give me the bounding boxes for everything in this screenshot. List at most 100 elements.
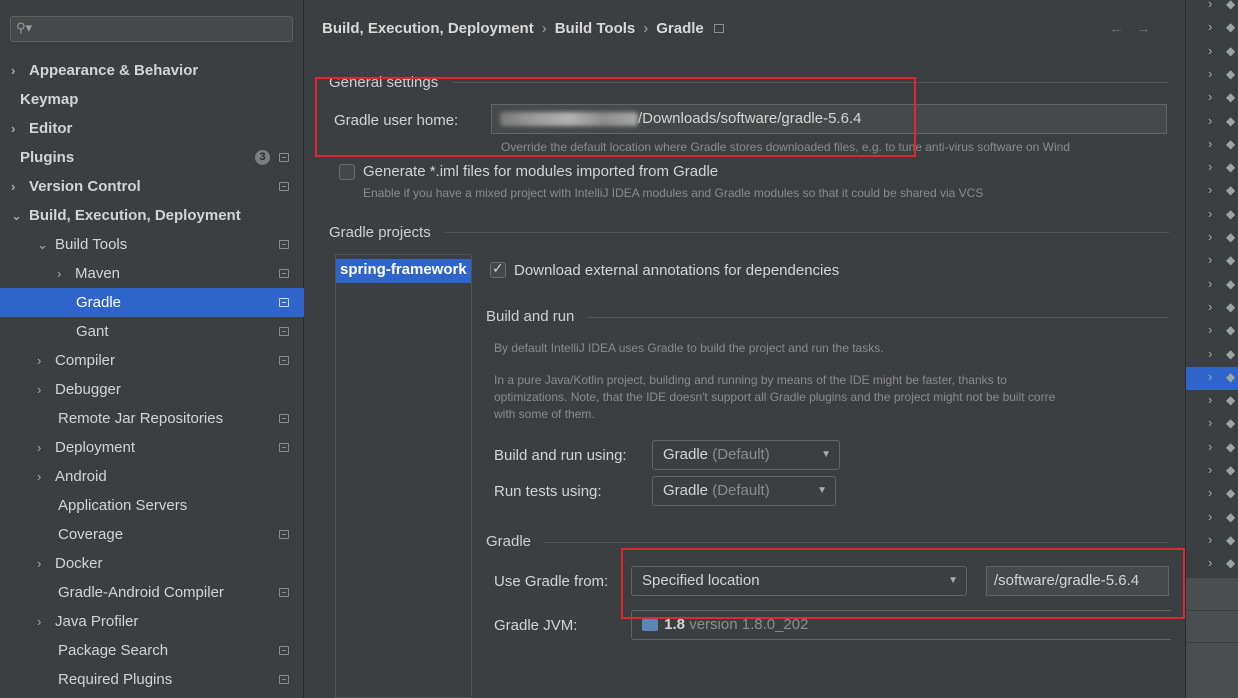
chevron-right-icon[interactable]: › [1208,532,1212,547]
sidebar-item-keymap[interactable]: Keymap [0,85,304,114]
sidebar-item-gradle[interactable]: Gradle [0,288,304,317]
forward-arrow-icon[interactable]: → [1136,20,1163,37]
download-annotations-label[interactable]: Download external annotations for depend… [514,262,839,279]
chevron-right-icon[interactable]: › [37,549,55,578]
project-tree-row[interactable]: › ◆ [1186,274,1238,297]
gradle-module-icon: ◆ [1226,486,1236,501]
project-tree-row[interactable]: › ◆ [1186,507,1238,530]
chevron-right-icon[interactable]: › [1208,485,1212,500]
project-tree-row[interactable]: › ◆ [1186,0,1238,17]
chevron-right-icon[interactable]: › [1208,19,1212,34]
generate-iml-checkbox[interactable] [339,164,355,180]
sidebar-item-build-execution-deployment[interactable]: ⌄ Build, Execution, Deployment [0,201,304,230]
settings-search-input[interactable]: ⚲▾ [10,16,293,42]
chevron-right-icon[interactable]: › [1208,229,1212,244]
chevron-right-icon[interactable]: › [37,346,55,375]
project-tree-row[interactable]: › ◆ [1186,297,1238,320]
chevron-right-icon[interactable]: › [1208,415,1212,430]
chevron-right-icon[interactable]: › [1208,182,1212,197]
project-tree-row[interactable]: › ◆ [1186,460,1238,483]
chevron-right-icon[interactable]: › [1208,136,1212,151]
breadcrumb-build-tools[interactable]: Build Tools [555,20,636,37]
sidebar-item-debugger[interactable]: › Debugger [0,375,304,404]
chevron-right-icon[interactable]: › [37,375,55,404]
chevron-right-icon[interactable]: › [1208,159,1212,174]
sidebar-item-required-plugins[interactable]: Required Plugins [0,665,304,694]
project-tree-row[interactable]: › ◆ [1186,180,1238,203]
project-tree-row[interactable]: › ◆ [1186,320,1238,343]
chevron-down-icon[interactable]: ⌄ [37,230,55,259]
project-tree-row[interactable]: › ◆ [1186,413,1238,436]
project-tree-row[interactable]: › ◆ [1186,390,1238,413]
chevron-right-icon[interactable]: › [1208,509,1212,524]
chevron-right-icon[interactable]: › [1208,43,1212,58]
sidebar-item-version-control[interactable]: › Version Control [0,172,304,201]
project-tree-row[interactable]: › ◆ [1186,483,1238,506]
sidebar-item-editor[interactable]: › Editor [0,114,304,143]
project-tree-row[interactable]: › ◆ [1186,553,1238,576]
sidebar-item-maven[interactable]: › Maven [0,259,304,288]
project-tree-row[interactable]: › ◆ [1186,111,1238,134]
chevron-right-icon[interactable]: › [37,433,55,462]
chevron-right-icon[interactable]: › [57,259,75,288]
back-arrow-icon[interactable]: ← [1109,20,1136,37]
chevron-right-icon[interactable]: › [1208,252,1212,267]
chevron-right-icon[interactable]: › [37,607,55,636]
breadcrumb-build-execution[interactable]: Build, Execution, Deployment [322,20,534,37]
project-tree-row[interactable]: › ◆ [1186,157,1238,180]
sidebar-item-coverage[interactable]: Coverage [0,520,304,549]
download-annotations-checkbox[interactable] [490,260,506,278]
chevron-right-icon[interactable]: › [1208,346,1212,361]
chevron-right-icon[interactable]: › [1208,322,1212,337]
chevron-right-icon[interactable]: › [1208,0,1212,11]
sidebar-item-appearance-behavior[interactable]: › Appearance & Behavior [0,56,304,85]
chevron-right-icon[interactable]: › [1208,439,1212,454]
project-tree-row[interactable]: › ◆ [1186,344,1238,367]
project-scope-icon [279,269,289,278]
chevron-right-icon[interactable]: › [1208,392,1212,407]
project-tree-row[interactable]: › ◆ [1186,41,1238,64]
chevron-down-icon[interactable]: ⌄ [11,201,29,230]
sidebar-item-java-profiler[interactable]: › Java Profiler [0,607,304,636]
project-item-spring-framework[interactable]: spring-framework [336,259,471,283]
chevron-right-icon[interactable]: › [1208,206,1212,221]
sidebar-item-package-search[interactable]: Package Search [0,636,304,665]
chevron-right-icon[interactable]: › [1208,66,1212,81]
project-tree-row[interactable]: › ◆ [1186,64,1238,87]
chevron-right-icon[interactable]: › [37,462,55,491]
project-tree-row[interactable]: › ◆ [1186,87,1238,110]
chevron-right-icon[interactable]: › [11,114,29,143]
sidebar-item-build-tools[interactable]: ⌄ Build Tools [0,230,304,259]
project-tree-row[interactable]: › ◆ [1186,250,1238,273]
chevron-right-icon[interactable]: › [1208,299,1212,314]
chevron-right-icon[interactable]: › [1208,555,1212,570]
chevron-right-icon[interactable]: › [1208,276,1212,291]
sidebar-item-gradle-android-compiler[interactable]: Gradle-Android Compiler [0,578,304,607]
project-tree-row[interactable]: › ◆ [1186,134,1238,157]
sidebar-item-compiler[interactable]: › Compiler [0,346,304,375]
project-tree-row[interactable]: › ◆ [1186,204,1238,227]
sidebar-item-docker[interactable]: › Docker [0,549,304,578]
gradle-module-icon: ◆ [1226,206,1236,221]
sidebar-item-android[interactable]: › Android [0,462,304,491]
project-tree-row[interactable]: › ◆ [1186,227,1238,250]
run-tests-using-dropdown[interactable]: Gradle (Default) ▼ [652,476,836,506]
gradle-module-icon: ◆ [1226,416,1236,431]
sidebar-item-gant[interactable]: Gant [0,317,304,346]
project-tree-row[interactable]: › ◆ [1186,366,1238,390]
project-tree-row[interactable]: › ◆ [1186,530,1238,553]
sidebar-item-application-servers[interactable]: Application Servers [0,491,304,520]
project-tree-row[interactable]: › ◆ [1186,437,1238,460]
generate-iml-label[interactable]: Generate *.iml files for modules importe… [363,163,718,180]
chevron-right-icon[interactable]: › [1208,89,1212,104]
chevron-right-icon[interactable]: › [11,172,29,201]
chevron-right-icon[interactable]: › [1208,113,1212,128]
sidebar-item-plugins[interactable]: Plugins 3 [0,143,304,172]
build-and-run-using-dropdown[interactable]: Gradle (Default) ▼ [652,440,840,470]
sidebar-item-remote-jar-repositories[interactable]: Remote Jar Repositories [0,404,304,433]
sidebar-item-deployment[interactable]: › Deployment [0,433,304,462]
project-tree-row[interactable]: › ◆ [1186,17,1238,40]
chevron-right-icon[interactable]: › [11,56,29,85]
chevron-right-icon[interactable]: › [1208,369,1212,384]
chevron-right-icon[interactable]: › [1208,462,1212,477]
